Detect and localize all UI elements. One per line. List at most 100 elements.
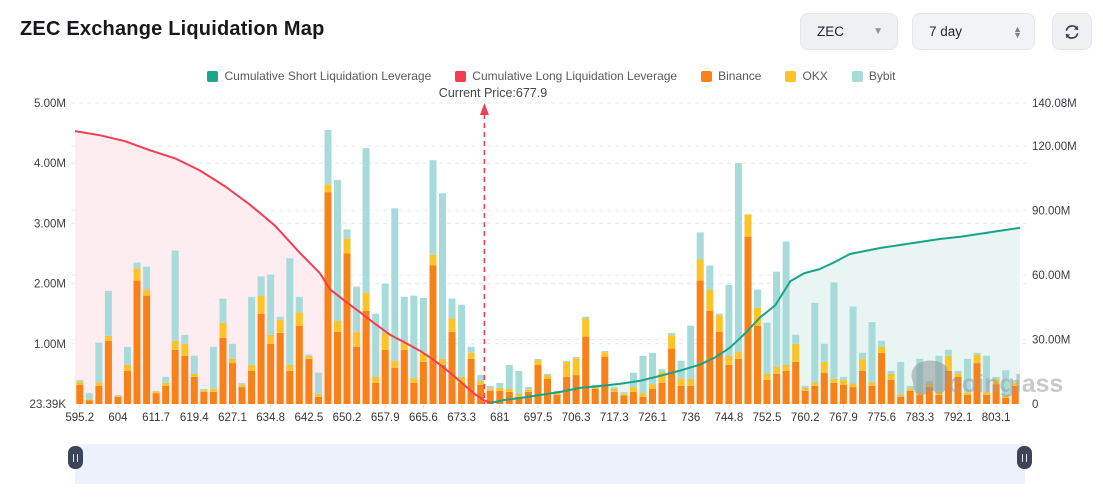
bar-okx <box>496 387 504 391</box>
bar-bybit <box>601 351 609 353</box>
bar-okx <box>820 361 828 373</box>
bar-okx <box>229 358 236 364</box>
bar-okx <box>85 399 93 401</box>
right-axis-tick: 140.08M <box>1032 98 1077 110</box>
bar-binance <box>362 310 370 404</box>
bar-okx <box>190 373 198 377</box>
bar-bybit <box>849 306 857 384</box>
bar-okx <box>801 387 809 391</box>
bar-okx <box>95 382 103 386</box>
bar-okx <box>792 343 800 362</box>
bar-okx <box>773 366 781 374</box>
x-axis-tick: 681 <box>490 412 509 424</box>
bar-binance <box>887 379 895 404</box>
x-axis-tick: 744.8 <box>714 412 743 424</box>
bar-bybit <box>706 265 714 290</box>
bar-okx <box>677 378 685 386</box>
bar-okx <box>343 238 351 254</box>
bar-binance <box>668 348 676 404</box>
x-axis-tick: 627.1 <box>218 412 247 424</box>
bar-bybit <box>114 395 122 396</box>
bar-okx <box>668 335 676 349</box>
bar-binance <box>610 392 618 404</box>
bar-bybit <box>248 296 256 365</box>
x-axis-tick: 611.7 <box>142 412 170 424</box>
bar-okx <box>744 214 752 237</box>
zoom-slider-track[interactable] <box>75 444 1025 484</box>
bar-okx <box>563 361 571 377</box>
bar-bybit <box>572 357 580 359</box>
bar-bybit <box>419 298 427 353</box>
bar-binance <box>124 370 131 404</box>
bar-okx <box>859 358 866 371</box>
left-axis-tick: 23.39K <box>30 399 67 411</box>
bar-bybit <box>897 361 905 395</box>
bar-okx <box>763 373 771 380</box>
bar-binance <box>229 363 236 404</box>
zoom-slider-right-handle[interactable] <box>1017 446 1032 469</box>
x-axis-tick: 775.6 <box>867 412 896 424</box>
bar-bybit <box>171 250 179 341</box>
bar-binance <box>687 385 695 404</box>
bar-binance <box>534 364 542 404</box>
x-axis-tick: 665.6 <box>409 412 438 424</box>
bar-binance <box>629 392 637 404</box>
bar-bybit <box>334 180 341 321</box>
bar-okx <box>839 379 847 385</box>
bar-okx <box>295 312 303 326</box>
bar-okx <box>276 319 284 333</box>
bar-okx <box>477 381 485 385</box>
bar-binance <box>830 382 838 404</box>
x-axis-tick: 717.3 <box>600 412 629 424</box>
bar-bybit <box>429 160 437 255</box>
bar-okx <box>973 354 981 363</box>
x-axis-tick: 803.1 <box>982 412 1011 424</box>
bar-okx <box>429 254 437 266</box>
zoom-slider-left-handle[interactable] <box>68 446 83 469</box>
bar-binance <box>439 364 446 404</box>
bar-binance <box>372 382 380 404</box>
bar-binance <box>658 382 666 404</box>
bar-okx <box>238 384 246 388</box>
bar-binance <box>219 337 227 404</box>
bar-bybit <box>887 370 895 374</box>
bar-binance <box>171 349 179 404</box>
bar-okx <box>143 289 151 296</box>
bar-bybit <box>868 322 876 383</box>
x-axis-tick: 752.5 <box>753 412 782 424</box>
bar-bybit <box>324 130 332 185</box>
bar-okx <box>76 381 84 385</box>
bar-binance <box>114 396 122 404</box>
bar-bybit <box>439 193 446 359</box>
left-axis-tick: 5.00M <box>34 98 66 110</box>
right-axis-tick: 0 <box>1032 399 1038 411</box>
left-axis-tick: 4.00M <box>34 158 66 170</box>
bar-bybit <box>582 316 590 319</box>
bar-bybit <box>763 322 771 374</box>
bar-okx <box>515 393 523 397</box>
bar-binance <box>267 343 275 404</box>
bar-binance <box>859 370 866 404</box>
bar-bybit <box>782 241 790 365</box>
bar-okx <box>572 358 580 376</box>
left-axis-tick: 2.00M <box>34 279 66 291</box>
liquidation-chart[interactable]: 5.00M 4.00M 3.00M 2.00M 1.00M 23.39K 140.08M 12… <box>0 0 1103 501</box>
bar-binance <box>763 379 771 404</box>
bar-binance <box>143 295 151 404</box>
bar-bybit <box>257 276 265 296</box>
bar-bybit <box>238 382 246 385</box>
bar-bybit <box>563 360 571 362</box>
bar-okx <box>782 364 790 371</box>
bar-bybit <box>286 258 294 365</box>
bar-okx <box>171 340 179 350</box>
bar-okx <box>830 378 838 383</box>
bar-binance <box>916 395 924 404</box>
bar-bybit <box>477 375 485 382</box>
bar-okx <box>467 352 475 359</box>
bar-bybit <box>496 382 504 388</box>
bar-binance <box>429 265 437 404</box>
bar-binance <box>209 392 217 404</box>
bar-binance <box>152 393 160 404</box>
bar-okx <box>734 351 742 359</box>
bar-bybit <box>448 298 456 319</box>
